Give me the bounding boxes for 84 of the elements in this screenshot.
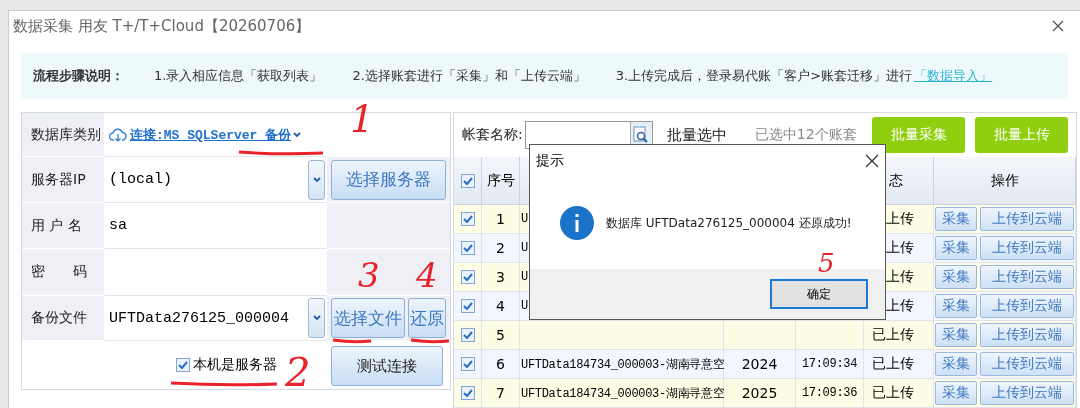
underline-mark [410,338,450,344]
annotation-number: 1 [350,100,375,138]
table-cell: 5 [482,321,520,350]
table-cell: 2 [482,234,520,263]
checkbox[interactable] [460,212,475,226]
row-action-button[interactable]: 采集 [935,207,977,231]
selected-count: 已选中12个账套 [754,126,857,144]
table-cell: 1 [482,205,520,234]
field-label: 用 户 名 [22,203,105,249]
table-cell: 2024 [724,350,796,379]
row-action-button[interactable]: 上传到云端 [980,323,1074,347]
table-cell: 4 [482,292,520,321]
caret-icon [312,315,321,321]
table-cell: 6 [482,350,520,379]
caret-icon [312,176,321,183]
column-header: 操作 [934,157,1076,205]
row-action-button[interactable]: 采集 [935,236,977,260]
row-action-button[interactable]: 上传到云端 [980,236,1074,260]
row-action-button[interactable]: 采集 [935,352,977,376]
field-label: 数据库类别 [22,113,105,157]
table-cell [724,321,796,350]
table-cell: 已上传 [864,379,934,408]
table-cell: 已上传 [864,350,934,379]
steps-label: 流程步骤说明： [33,67,124,85]
window-title: 数据采集 用友 T+/T+Cloud【20260706】 [13,16,311,36]
table-cell: UFTData184734_000003-湖南寻意空 [520,350,724,379]
row-action-button[interactable]: 上传到云端 [980,207,1074,231]
table-cell: 17:09:34 [796,350,864,379]
row-action-button[interactable]: 上传到云端 [980,381,1074,405]
row-action-button[interactable]: 采集 [935,265,977,289]
row-action-button[interactable]: 采集 [935,323,977,347]
search-icon[interactable] [633,126,650,144]
info-icon [560,206,594,240]
checkbox[interactable] [460,241,475,255]
field-label: 密 码 [22,249,105,296]
annotation-number: 3 [358,258,380,292]
checkbox[interactable] [460,328,475,342]
table-cell: 3 [482,263,520,292]
data-import-link[interactable]: 「数据导入」 [914,67,993,85]
column-header: 序号 [482,157,520,205]
annotation-number: 4 [416,258,438,292]
checkbox[interactable] [460,299,475,313]
close-icon[interactable] [1052,20,1064,32]
batch-select-label[interactable]: 批量选中 [666,125,727,145]
annotation-number: 2 [285,352,311,392]
table-cell: 7 [482,379,520,408]
row-action-button[interactable]: 上传到云端 [980,294,1074,318]
table-cell: 2025 [724,379,796,408]
row-action-button[interactable]: 上传到云端 [980,265,1074,289]
action-button[interactable]: 还原 [408,298,446,338]
db-type-link[interactable]: 连接:MS SQLServer 备份 [109,125,292,144]
step-text: 3.上传完成后，登录易代账「客户>账套迁移」进行 [615,67,913,85]
close-icon[interactable] [865,154,879,168]
row-action-button[interactable]: 上传到云端 [980,352,1074,376]
annotation-number: 5 [818,250,835,276]
input-field[interactable]: UFTData276125_000004 [105,296,327,341]
checkbox[interactable] [176,358,190,372]
checkbox[interactable] [460,270,475,284]
checkbox[interactable] [460,173,475,188]
dropdown-button[interactable] [308,298,325,338]
input-field[interactable]: (local) [105,157,327,203]
step-text: 2.选择账套进行「采集」和「上传云端」 [352,67,586,85]
checkbox[interactable] [460,357,475,371]
dialog-title: 提示 [536,152,564,170]
dropdown-button[interactable] [308,159,325,200]
caret-icon [293,131,302,138]
cloud-icon [109,127,127,142]
search-label: 帐套名称: [462,126,523,144]
field-label: 备份文件 [22,296,105,341]
field-label: 服务器IP [22,157,105,203]
checkbox[interactable] [460,386,475,400]
table-cell: 17:09:36 [796,379,864,408]
step-text: 1.录入相应信息「获取列表」 [154,67,323,85]
test-connection-button[interactable]: 测试连接 [331,346,443,386]
ok-button[interactable]: 确定 [770,279,868,309]
row-action-button[interactable]: 采集 [935,381,977,405]
action-button[interactable]: 选择文件 [331,298,406,338]
checkbox-label: 本机是服务器 [193,356,277,374]
table-cell: 已上传 [864,321,934,350]
underline-mark [332,338,372,344]
row-action-button[interactable]: 采集 [935,294,977,318]
table-cell: UFTData184734_000003-湖南寻意空 [520,379,724,408]
action-button[interactable]: 选择服务器 [331,159,446,200]
table-cell [796,321,864,350]
